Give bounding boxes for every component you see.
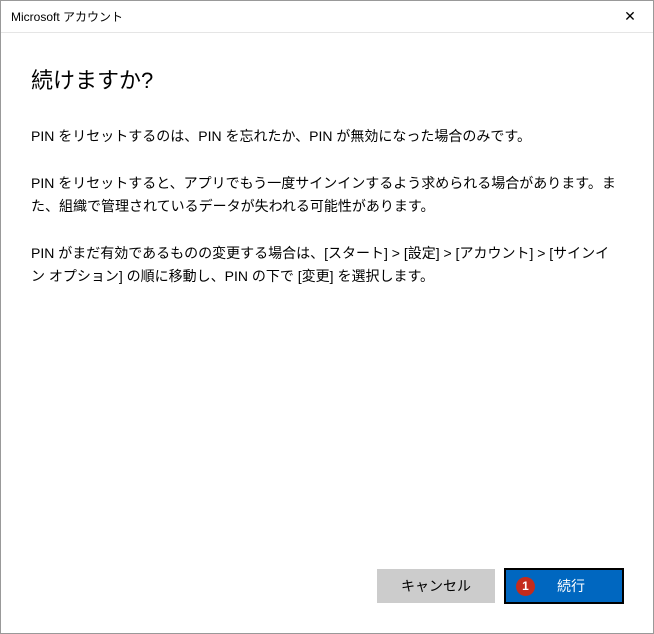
- cancel-button[interactable]: キャンセル: [377, 569, 495, 603]
- window-title: Microsoft アカウント: [11, 8, 123, 25]
- content-area: 続けますか? PIN をリセットするのは、PIN を忘れたか、PIN が無効にな…: [1, 33, 653, 633]
- annotation-badge: 1: [516, 577, 535, 596]
- close-button[interactable]: ✕: [607, 1, 653, 33]
- continue-button-label: 続行: [557, 576, 585, 596]
- cancel-button-label: キャンセル: [401, 576, 471, 596]
- continue-button[interactable]: 1 続行: [505, 569, 623, 603]
- button-row: キャンセル 1 続行: [31, 569, 623, 613]
- paragraph-1: PIN をリセットするのは、PIN を忘れたか、PIN が無効になった場合のみで…: [31, 125, 623, 148]
- dialog-window: Microsoft アカウント ✕ 続けますか? PIN をリセットするのは、P…: [0, 0, 654, 634]
- close-icon: ✕: [624, 8, 636, 25]
- paragraph-2: PIN をリセットすると、アプリでもう一度サインインするよう求められる場合があり…: [31, 172, 623, 218]
- spacer: [31, 312, 623, 569]
- paragraph-3: PIN がまだ有効であるものの変更する場合は、[スタート] > [設定] > […: [31, 242, 623, 288]
- dialog-heading: 続けますか?: [31, 63, 623, 95]
- titlebar: Microsoft アカウント ✕: [1, 1, 653, 33]
